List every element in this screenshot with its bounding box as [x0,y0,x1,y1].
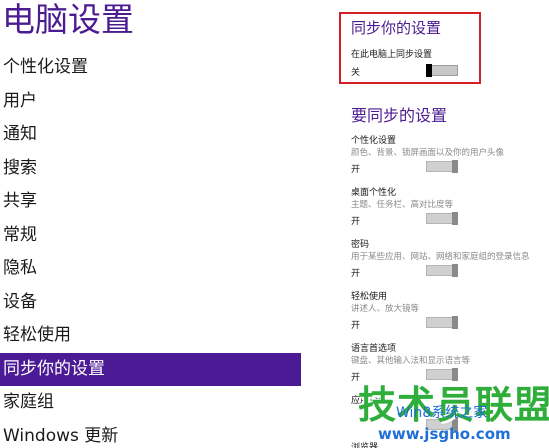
sync-item-description: 讲述人、放大镜等 [351,304,420,314]
passwords-sync-toggle[interactable] [426,264,458,277]
personalize-sync-toggle[interactable] [426,160,458,173]
sync-toggle-state: 关 [351,68,361,78]
sync-item-state: 开 [351,373,361,383]
sync-item-description: 颜色、背景、锁屏画面以及你的用户头像 [351,148,505,158]
sync-item-state: 开 [351,217,361,227]
sync-item-description: 主题、任务栏、高对比度等 [351,200,454,210]
sync-item-description: 用于某些应用、网站、网络和家庭组的登录信息 [351,252,530,262]
page-title: 电脑设置 [2,0,134,39]
toggle-thumb [452,160,458,173]
nav-item-notifications[interactable]: 通知 [0,118,301,152]
nav-item-privacy[interactable]: 隐私 [0,252,301,286]
desktop-personalize-sync-toggle[interactable] [426,212,458,225]
sync-item-state: 开 [351,321,361,331]
nav-item-general[interactable]: 常规 [0,219,301,253]
settings-pane: 同步你的设置 在此电脑上同步设置 关 要同步的设置 个性化设置 颜色、背景、锁屏… [301,0,549,448]
toggle-thumb [452,316,458,329]
sync-section-title: 同步你的设置 [351,19,442,37]
nav-item-search[interactable]: 搜索 [0,152,301,186]
nav-item-windows-update[interactable]: Windows 更新 [0,420,301,448]
sync-item-label: 桌面个性化 [351,188,397,198]
language-sync-toggle[interactable] [426,368,458,381]
toggle-thumb [452,368,458,381]
sync-item-state: 开 [351,269,361,279]
nav-item-personalize[interactable]: 个性化设置 [0,51,301,85]
nav-item-devices[interactable]: 设备 [0,286,301,320]
sync-item-label: 轻松使用 [351,292,388,302]
nav-item-ease-of-access[interactable]: 轻松使用 [0,319,301,353]
nav-item-homegroup[interactable]: 家庭组 [0,386,301,420]
nav-item-users[interactable]: 用户 [0,85,301,119]
toggle-thumb [452,418,458,431]
nav-list: 个性化设置 用户 通知 搜索 共享 常规 隐私 设备 轻松使用 同步你的设置 家… [0,51,301,448]
what-to-sync-title: 要同步的设置 [351,106,448,125]
toggle-thumb [452,212,458,225]
settings-nav: 电脑设置 个性化设置 用户 通知 搜索 共享 常规 隐私 设备 轻松使用 同步你… [0,0,301,448]
sync-toggle[interactable] [426,64,458,77]
sync-toggle-label: 在此电脑上同步设置 [351,50,433,60]
nav-item-sync-settings[interactable]: 同步你的设置 [0,352,301,386]
toggle-thumb [452,264,458,277]
sync-item-label: 浏览器 [351,443,379,448]
sync-item-state: 开 [351,165,361,175]
sync-item-description: 键盘、其他输入法和显示语言等 [351,356,471,366]
sync-item-label: 个性化设置 [351,136,397,146]
ease-of-access-sync-toggle[interactable] [426,316,458,329]
nav-item-share[interactable]: 共享 [0,185,301,219]
sync-item-label: 密码 [351,240,370,250]
sync-item-label: 应用设置 [351,396,388,406]
toggle-thumb [426,64,432,77]
sync-item-label: 语言首选项 [351,344,397,354]
app-settings-sync-toggle[interactable] [426,418,458,431]
